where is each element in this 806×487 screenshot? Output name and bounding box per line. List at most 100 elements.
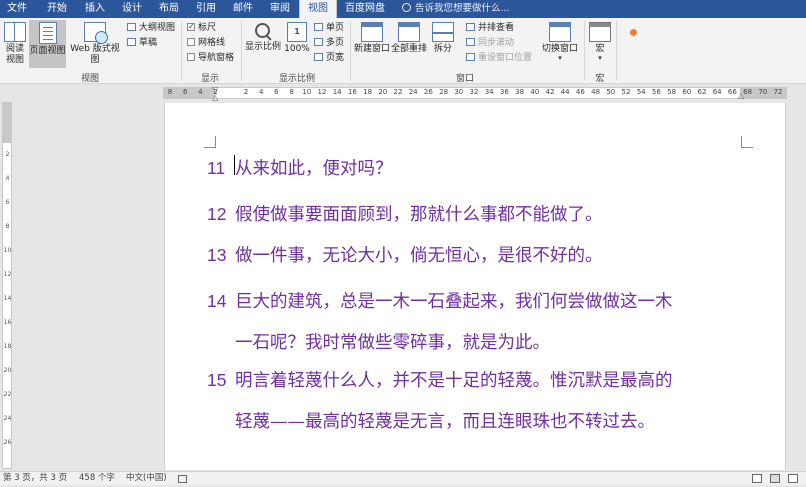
zoom-button[interactable]: 显示比例 [245,22,281,68]
paragraph-15[interactable]: 15 明言着轻蔑什么人，并不是十足的轻蔑。惟沉默是最高的 轻蔑——最高的轻蔑是无言… [207,367,673,433]
multiple-pages-button[interactable]: 多页 [314,37,344,49]
ruler-tick-label: 44 [560,88,570,96]
zoom-100-label: 100% [284,44,310,54]
group-divider [350,21,351,81]
tab-insert[interactable]: 插入 [80,0,110,18]
paragraph-text-line2: 轻蔑——最高的轻蔑是无言，而且连眼珠也不转过去。 [235,412,655,432]
gridlines-checkbox[interactable]: 网格线 [187,37,225,49]
page-width-button[interactable]: 页宽 [314,52,344,64]
nav-pane-checkbox[interactable]: 导航窗格 [187,52,234,64]
read-mode-label: 阅读视图 [5,44,24,65]
arrange-all-label: 全部重排 [391,44,428,54]
baidu-netdisk-icon[interactable] [630,29,637,36]
ruler-tick-label: 40 [530,88,540,96]
group-divider [584,21,585,81]
tab-baidu-netdisk[interactable]: 百度网盘 [340,0,390,18]
horizontal-ruler[interactable]: 8 6 4 2 2 4 6 8 10 12 14 16 18 20 22 24 26 28 30 32 34 36 38 40… [0,85,806,102]
line-number: 11 [207,158,226,178]
arrange-all-button[interactable]: 全部重排 [391,22,427,68]
new-window-button[interactable]: 新建窗口 [354,22,390,68]
vertical-ruler-tick-label: 24 [3,415,12,422]
reset-position-icon [466,53,475,61]
switch-windows-button[interactable]: 切换窗口 ▾ [540,22,580,68]
tell-me-box[interactable]: 告诉我您想要做什么... [402,0,510,18]
page-count[interactable]: 第 3 页，共 3 页 [3,472,67,485]
paragraph-12[interactable]: 12 假使做事要面面顾到，那就什么事都不能做了。 [207,201,603,226]
ruler-tick-label: 42 [545,88,555,96]
views-group-label: 视图 [80,74,99,84]
paragraph-text: 做一件事，无论大小，倘无恒心，是很不好的。 [235,246,603,266]
draft-button[interactable]: 草稿 [127,37,157,49]
ribbon-view: 阅读视图 页面视图 Web 版式视图 大纲视图 草稿 视图 标尺 网格线 导航窗… [0,18,806,84]
checkbox-icon [187,21,195,33]
group-divider [241,21,242,81]
read-mode-view-icon[interactable] [752,474,762,483]
side-by-side-button[interactable]: 并排查看 [466,22,514,34]
chevron-down-icon: ▾ [558,54,562,62]
read-mode-button[interactable]: 阅读视图 [2,22,28,68]
ruler-tick-label: 28 [439,88,449,96]
paragraph-14[interactable]: 14 巨大的建筑，总是一木一石叠起来，我们何尝做做这一木 一石呢？我时常做些零碎事… [207,288,673,354]
tab-design[interactable]: 设计 [117,0,147,18]
one-page-button[interactable]: 单页 [314,22,344,34]
print-layout-button[interactable]: 页面视图 [29,20,66,68]
tab-references[interactable]: 引用 [191,0,221,18]
read-mode-icon [4,22,26,42]
line-number: 14 [207,291,227,311]
magnifier-icon [254,22,272,40]
zoom-100-button[interactable]: 1 100% [284,22,310,68]
text-cursor [234,155,235,175]
macro-record-icon[interactable] [178,474,187,487]
sync-scroll-label: 同步滚动 [478,38,515,48]
ruler-tick-label: 8 [167,88,173,96]
tab-layout[interactable]: 布局 [154,0,184,18]
split-button[interactable]: 拆分 [430,22,456,68]
multiple-pages-label: 多页 [326,38,345,48]
vertical-ruler-tick-label: 4 [5,175,10,182]
outline-button[interactable]: 大纲视图 [127,22,175,34]
one-page-label: 单页 [326,23,345,33]
paragraph-text: 巨大的建筑，总是一木一石叠起来，我们何尝做做这一木 [235,292,673,312]
document-page[interactable]: 11 从来如此，便对吗？ 12 假使做事要面面顾到，那就什么事都不能做了。 13 做一… [164,103,786,470]
hanging-indent-icon[interactable]: △ [212,93,218,102]
ruler-tick-label: 6 [182,88,188,96]
ruler-checkbox[interactable]: 标尺 [187,21,216,34]
right-indent-icon[interactable]: △ [738,91,744,100]
ruler-tick-label: 4 [258,88,264,96]
sync-scroll-button[interactable]: 同步滚动 [466,37,514,49]
ruler-tick-label: 8 [289,88,294,96]
ruler-tick-label: 62 [697,88,707,96]
tab-view[interactable]: 视图 [299,0,337,18]
paragraph-text: 明言着轻蔑什么人，并不是十足的轻蔑。惟沉默是最高的 [235,371,673,391]
page-width-label: 页宽 [326,53,345,63]
ruler-tick-label: 64 [712,88,722,96]
tab-mailings[interactable]: 邮件 [228,0,258,18]
new-window-label: 新建窗口 [354,44,391,54]
vertical-ruler[interactable]: 2 4 6 8 10 12 14 16 18 20 22 24 26 [2,102,12,469]
tab-home[interactable]: 开始 [42,0,72,18]
web-layout-view-icon[interactable] [788,474,798,483]
ruler-tick-label: 36 [499,88,509,96]
side-by-side-label: 并排查看 [478,23,515,33]
ruler-tick-label: 4 [198,88,203,96]
arrange-all-icon [398,22,420,42]
paragraph-13[interactable]: 13 做一件事，无论大小，倘无恒心，是很不好的。 [207,242,603,267]
nav-pane-label: 导航窗格 [198,53,235,63]
ruler-tick-label: 30 [454,88,464,96]
tab-file[interactable]: 文件 [2,0,32,18]
one-page-icon [314,23,323,31]
macros-button[interactable]: 宏 ▾ [588,22,612,68]
reset-window-position-button[interactable]: 重设窗口位置 [466,52,532,64]
reset-position-label: 重设窗口位置 [478,53,533,63]
language[interactable]: 中文(中国) [126,472,167,485]
vertical-ruler-tick-label: 8 [5,223,10,230]
print-layout-view-icon[interactable] [770,474,780,483]
ruler-tick-label: 70 [758,88,768,96]
vertical-ruler-margin [3,103,11,143]
split-icon [432,22,454,42]
zoom-label: 显示比例 [245,42,282,52]
tab-review[interactable]: 审阅 [265,0,295,18]
web-layout-button[interactable]: Web 版式视图 [67,22,123,68]
line-number: 12 [207,204,227,224]
word-count[interactable]: 458 个字 [79,472,115,485]
